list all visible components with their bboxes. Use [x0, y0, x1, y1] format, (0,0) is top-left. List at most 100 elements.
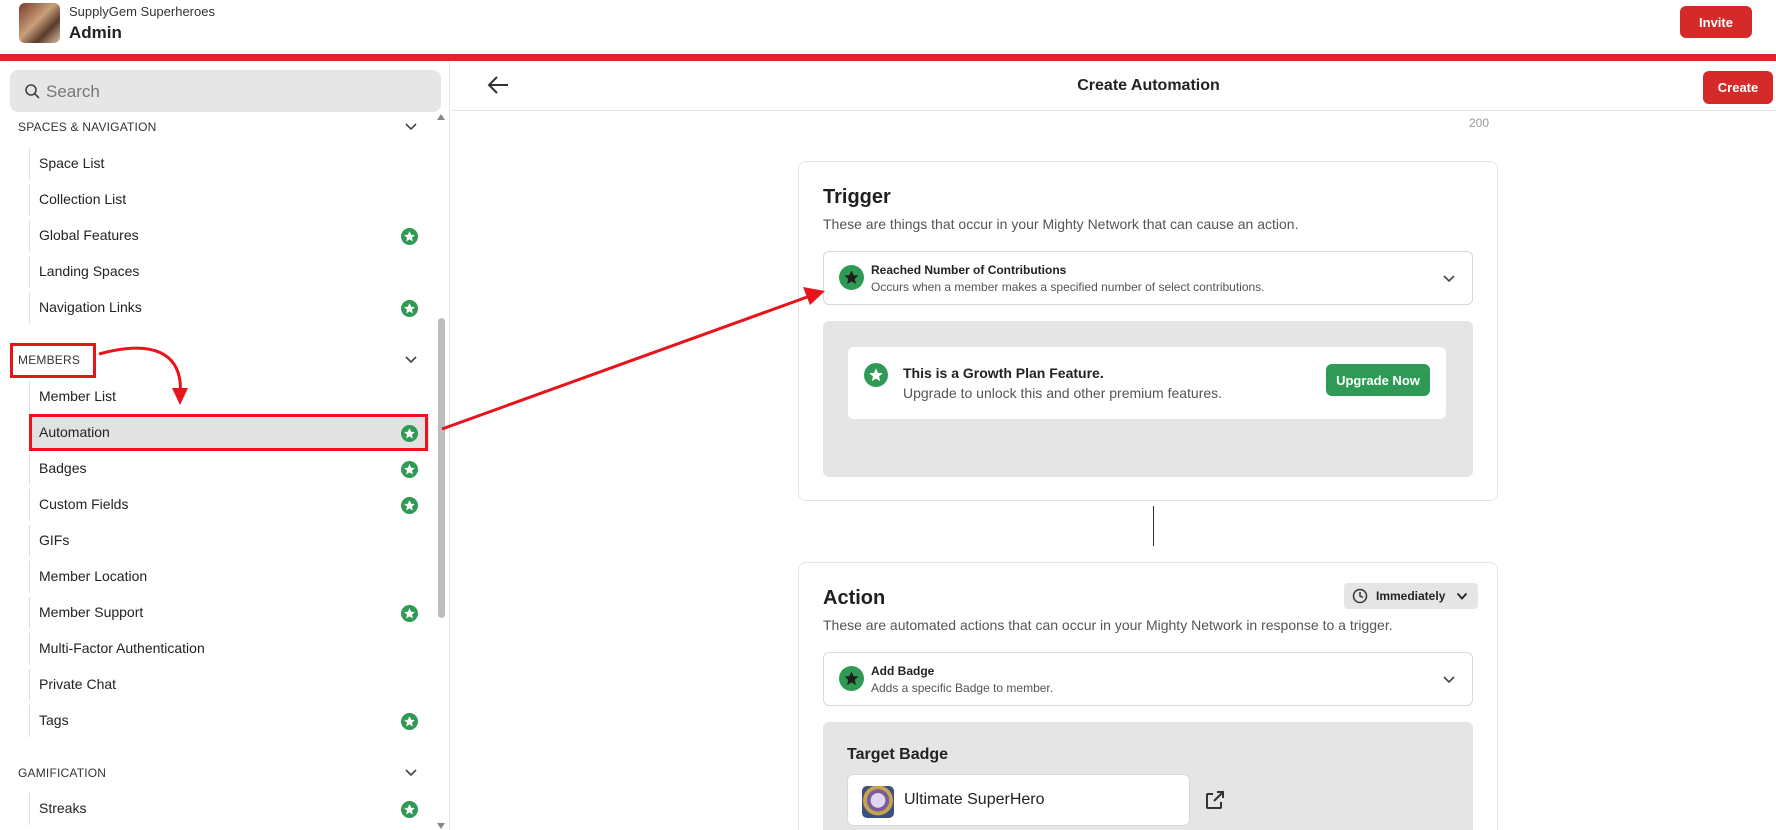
sidebar-item-member-location[interactable]: Member Location [29, 561, 429, 593]
sidebar-item-label: Private Chat [39, 676, 117, 692]
timing-dropdown[interactable]: Immediately [1344, 583, 1478, 609]
sidebar-item-badges[interactable]: Badges [29, 453, 429, 485]
chevron-down-icon[interactable] [404, 355, 418, 365]
search-placeholder: Search [46, 82, 100, 101]
sidebar-item-label: Member List [39, 388, 117, 404]
sidebar-item-label: Landing Spaces [39, 263, 140, 279]
star-badge-icon [401, 497, 418, 514]
action-config-panel: Target Badge Ultimate SuperHero [823, 722, 1473, 830]
item-rule [29, 292, 30, 324]
target-badge-select[interactable]: Ultimate SuperHero [847, 774, 1190, 826]
item-rule [29, 220, 30, 252]
chevron-down-icon[interactable] [404, 768, 418, 778]
sidebar-item-gifs[interactable]: GIFs [29, 525, 429, 557]
trigger-config-panel: This is a Growth Plan Feature. Upgrade t… [823, 321, 1473, 477]
item-rule [29, 184, 30, 216]
item-rule [29, 669, 30, 701]
timing-label: Immediately [1376, 589, 1446, 603]
back-arrow-icon[interactable] [486, 75, 510, 95]
invite-button[interactable]: Invite [1680, 6, 1752, 38]
action-title: Action [823, 587, 886, 609]
star-badge-icon [401, 605, 418, 622]
action-selected-title: Add Badge [871, 664, 935, 678]
sidebar-item-landing-spaces[interactable]: Landing Spaces [29, 256, 429, 288]
sidebar-item-label: Tags [39, 712, 69, 728]
sidebar-item-label: Badges [39, 460, 87, 476]
page-title: Create Automation [1077, 77, 1220, 94]
org-name: SupplyGem Superheroes [69, 4, 215, 19]
star-badge-icon [401, 461, 418, 478]
trigger-select[interactable]: Reached Number of Contributions Occurs w… [823, 251, 1473, 305]
upgrade-now-button[interactable]: Upgrade Now [1326, 364, 1430, 396]
action-selected-subtitle: Adds a specific Badge to member. [871, 681, 1054, 695]
chevron-down-icon [1443, 676, 1455, 684]
clock-icon [1352, 588, 1368, 604]
upgrade-title: This is a Growth Plan Feature. [903, 365, 1104, 381]
trigger-selected-title: Reached Number of Contributions [871, 263, 1067, 277]
sidebar-item-label: Space List [39, 155, 105, 171]
sidebar-item-label: Navigation Links [39, 299, 142, 315]
sidebar-item-label: Multi-Factor Authentication [39, 640, 205, 656]
badge-thumbnail [862, 786, 894, 818]
sidebar-item-tags[interactable]: Tags [29, 705, 429, 737]
item-rule [29, 381, 30, 413]
sidebar-item-streaks[interactable]: Streaks [29, 793, 429, 825]
sidebar-item-collection-list[interactable]: Collection List [29, 184, 429, 216]
sidebar-item-label: Custom Fields [39, 496, 129, 512]
sidebar-item-global-features[interactable]: Global Features [29, 220, 429, 252]
upgrade-subtitle: Upgrade to unlock this and other premium… [903, 385, 1223, 401]
sidebar-item-label: Global Features [39, 227, 139, 243]
top-header: SupplyGem Superheroes Admin Invite [0, 0, 1776, 54]
action-card: Action Immediately These are automated a… [798, 562, 1498, 830]
external-link-icon[interactable] [1203, 788, 1227, 812]
item-rule [29, 148, 30, 180]
scroll-up-arrow[interactable] [437, 114, 445, 120]
chevron-down-icon[interactable] [404, 122, 418, 132]
upgrade-notice: This is a Growth Plan Feature. Upgrade t… [848, 347, 1446, 419]
search-icon [25, 84, 40, 99]
sidebar-item-navigation-links[interactable]: Navigation Links [29, 292, 429, 324]
search-input[interactable]: Search [10, 70, 441, 112]
create-button[interactable]: Create [1703, 71, 1773, 104]
sidebar-item-multi-factor-authentication[interactable]: Multi-Factor Authentication [29, 633, 429, 665]
item-rule [29, 705, 30, 737]
action-description: These are automated actions that can occ… [823, 617, 1393, 633]
sidebar-item-label: Streaks [39, 800, 87, 816]
star-badge-icon [401, 228, 418, 245]
sidebar-scrollbar[interactable] [438, 318, 445, 618]
trigger-card: Trigger These are things that occur in y… [798, 161, 1498, 501]
sidebar-item-private-chat[interactable]: Private Chat [29, 669, 429, 701]
item-rule [29, 793, 30, 825]
star-badge-icon [401, 801, 418, 818]
header-accent-bar [0, 54, 1776, 61]
star-badge-icon [401, 713, 418, 730]
target-badge-title: Target Badge [847, 746, 949, 763]
sidebar-item-label: GIFs [39, 532, 70, 548]
item-rule [29, 256, 30, 288]
annotation-box-automation [29, 414, 428, 451]
main-content: Create Automation Create 200 Trigger The… [451, 61, 1776, 830]
sidebar-item-member-support[interactable]: Member Support [29, 597, 429, 629]
sidebar-item-member-list[interactable]: Member List [29, 381, 429, 413]
star-badge-icon [839, 265, 864, 290]
target-badge-value: Ultimate SuperHero [904, 791, 1045, 808]
character-counter: 200 [1469, 116, 1490, 130]
action-select[interactable]: Add Badge Adds a specific Badge to membe… [823, 652, 1473, 706]
star-badge-icon [839, 666, 864, 691]
item-rule [29, 561, 30, 593]
network-logo[interactable] [19, 3, 60, 43]
section-gamification[interactable]: GAMIFICATION [18, 766, 106, 780]
item-rule [29, 597, 30, 629]
item-rule [29, 633, 30, 665]
app-root: SupplyGem Superheroes Admin Invite Searc… [0, 0, 1776, 830]
scroll-down-arrow[interactable] [437, 823, 445, 829]
trigger-selected-subtitle: Occurs when a member makes a specified n… [871, 280, 1265, 294]
sidebar-item-custom-fields[interactable]: Custom Fields [29, 489, 429, 521]
sidebar-item-space-list[interactable]: Space List [29, 148, 429, 180]
item-rule [29, 453, 30, 485]
chevron-down-icon [1456, 592, 1468, 600]
trigger-description: These are things that occur in your Migh… [823, 216, 1299, 232]
section-spaces-navigation: SPACES & NAVIGATION [18, 120, 157, 134]
trigger-title: Trigger [823, 186, 891, 208]
sidebar-item-label: Member Support [39, 604, 144, 620]
